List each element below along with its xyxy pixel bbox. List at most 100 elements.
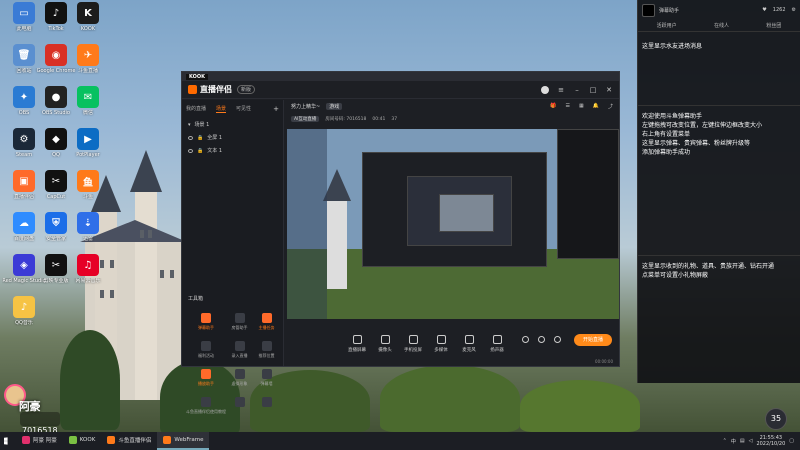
tool-icon [201, 341, 211, 351]
tool-item[interactable]: 播放助手 [186, 369, 226, 387]
minimize-icon[interactable]: – [573, 86, 581, 94]
floating-counter-badge[interactable]: 35 [765, 408, 787, 430]
source-button[interactable]: 多媒体 [427, 335, 455, 353]
notification-icon[interactable]: ▢ [789, 438, 794, 444]
tab-fan-club[interactable]: 粉丝团 [766, 22, 781, 29]
scene-item[interactable]: 🔒 全屏 1 [182, 131, 283, 144]
clock[interactable]: 21:55:43 2022/10/20 [756, 435, 785, 447]
tab-active-users[interactable]: 活跃用户 [657, 22, 677, 29]
share-icon[interactable]: ⤴ [608, 103, 613, 110]
live-time: 00:41 [372, 116, 386, 122]
list-icon[interactable]: ☰ [566, 103, 570, 110]
desktop-icon[interactable]: ♪ QQ音乐 [2, 296, 46, 338]
source-button[interactable]: 麦克风 [455, 335, 483, 353]
tool-icon [234, 341, 245, 351]
bell-icon[interactable]: 🔔 [593, 103, 599, 110]
app-top-strip: KOOK [182, 72, 619, 81]
tool-item[interactable]: 虚拟形象 [226, 369, 253, 387]
settings-icon[interactable]: ⚙ [792, 7, 796, 13]
desktop-icon[interactable]: ♫ 网易云音乐 [66, 254, 110, 296]
source-icon [380, 335, 390, 344]
streamer-app-window: KOOK 直播伴侣 新版 ≡ – □ ✕ 我的直播 场景 可见性 + ▾ 场景 … [181, 71, 620, 414]
app-logo-icon [188, 85, 197, 94]
ime-indicator[interactable]: 中 [731, 438, 736, 445]
lock-icon[interactable]: 🔒 [197, 148, 203, 154]
eye-icon[interactable] [188, 148, 193, 153]
maximize-icon[interactable]: □ [589, 86, 597, 94]
room-category-chip[interactable]: 游戏 [326, 103, 343, 110]
go-live-button[interactable]: 开始直播 [574, 334, 612, 346]
scene-item[interactable]: 🔒 文本 1 [182, 144, 283, 157]
tool-label: 房管助手 [231, 325, 248, 330]
background-tree [380, 365, 520, 432]
desktop-icon[interactable]: ✈ 斗鱼直播 [66, 44, 110, 86]
taskbar-app[interactable]: WebFrame [157, 432, 210, 450]
taskbar-app-label: KOOK [79, 437, 96, 443]
app-icon: ▭ [13, 2, 35, 24]
taskbar-app-icon [163, 436, 172, 444]
network-icon[interactable]: ▤ [740, 438, 745, 444]
source-button[interactable]: 摄像头 [371, 335, 399, 353]
tool-item[interactable]: 福利活动 [186, 341, 226, 359]
tab-my-stream[interactable]: 我的直播 [186, 105, 206, 113]
app-icon: ♫ [77, 254, 99, 276]
tab-online[interactable]: 在线人 [714, 22, 729, 29]
app-icon: ✦ [13, 86, 35, 108]
tool-item[interactable] [226, 397, 253, 415]
desktop-icon[interactable]: ▶ PotPlayer [66, 128, 110, 170]
tool-icon [261, 369, 272, 379]
source-button[interactable]: 直播屏幕 [343, 335, 371, 353]
close-icon[interactable]: ✕ [605, 86, 613, 94]
lock-icon[interactable]: 🔒 [197, 135, 203, 141]
add-scene-icon[interactable]: + [273, 105, 279, 113]
tool-item[interactable]: 推荐位置 [253, 341, 280, 359]
tool-item[interactable] [253, 397, 280, 415]
app-icon: ▶ [77, 128, 99, 150]
collapse-icon[interactable]: ▾ [188, 122, 191, 128]
tool-item[interactable]: 弹幕墙 [253, 369, 280, 387]
tool-item[interactable]: 录入直播 [226, 341, 253, 359]
panel-line: 添加弹幕助手成功 [642, 149, 691, 156]
source-button[interactable]: 手机投屏 [399, 335, 427, 353]
tool-item[interactable]: 主播任务 [253, 313, 280, 331]
desktop-icon[interactable]: 鱼斗鱼 [66, 170, 110, 212]
volume-icon[interactable]: ◁ [749, 438, 753, 444]
user-avatar[interactable] [541, 85, 549, 94]
panel-line: 左键拖拽可改变位置，左键拉伸边框改变大小 [642, 122, 763, 129]
tab-scenes[interactable]: 场景 [216, 105, 227, 113]
chevron-up-icon[interactable]: ⌃ [723, 438, 727, 444]
taskbar-app[interactable]: 斗鱼直播伴侣 [101, 432, 157, 450]
record-icon[interactable] [522, 336, 529, 343]
version-badge[interactable]: 新版 [237, 85, 256, 94]
desktop-icon[interactable]: K KOOK [66, 2, 110, 44]
desktop-icon[interactable]: ✉ 微信 [66, 86, 110, 128]
menu-icon[interactable]: ≡ [557, 86, 565, 94]
gift-icon[interactable]: 🎁 [550, 103, 556, 110]
eye-icon[interactable] [188, 135, 193, 140]
tab-visibility[interactable]: 可见性 [236, 105, 251, 113]
layout-icon[interactable]: ▦ [579, 103, 584, 110]
source-icon [492, 335, 502, 344]
desktop-icon[interactable]: ⇣ 迅雷 [66, 212, 110, 254]
tool-item[interactable]: 弹幕助手 [186, 313, 226, 331]
divider [638, 255, 800, 256]
ai-tag: AI互动直播 [291, 116, 320, 122]
start-button[interactable] [0, 432, 16, 450]
taskbar-app[interactable]: 阿豪 阿豪 [16, 432, 63, 450]
scene-group[interactable]: ▾ 场景 1 [182, 118, 283, 131]
source-button[interactable]: 扬声器 [483, 335, 511, 353]
eye-icon[interactable] [538, 336, 545, 343]
source-label: 摄像头 [378, 348, 392, 353]
app-icon: ♪ [45, 2, 67, 24]
panel-line: 这里显示弹幕、贵宾弹幕、粉丝牌升级等 [642, 140, 751, 147]
clock-date: 2022/10/20 [756, 441, 786, 447]
tool-item[interactable]: 房管助手 [226, 313, 253, 331]
taskbar-app[interactable]: KOOK [63, 432, 102, 450]
desktop-icon-label: 微信 [82, 110, 93, 116]
nested-preview-window [439, 194, 494, 232]
settings-icon[interactable] [554, 336, 561, 343]
divider [638, 105, 800, 106]
stream-preview[interactable] [287, 129, 619, 319]
room-title[interactable]: 努力上精华~ [291, 103, 320, 110]
tool-item[interactable]: 斗鱼直播伴侣使用教程 [186, 397, 226, 415]
